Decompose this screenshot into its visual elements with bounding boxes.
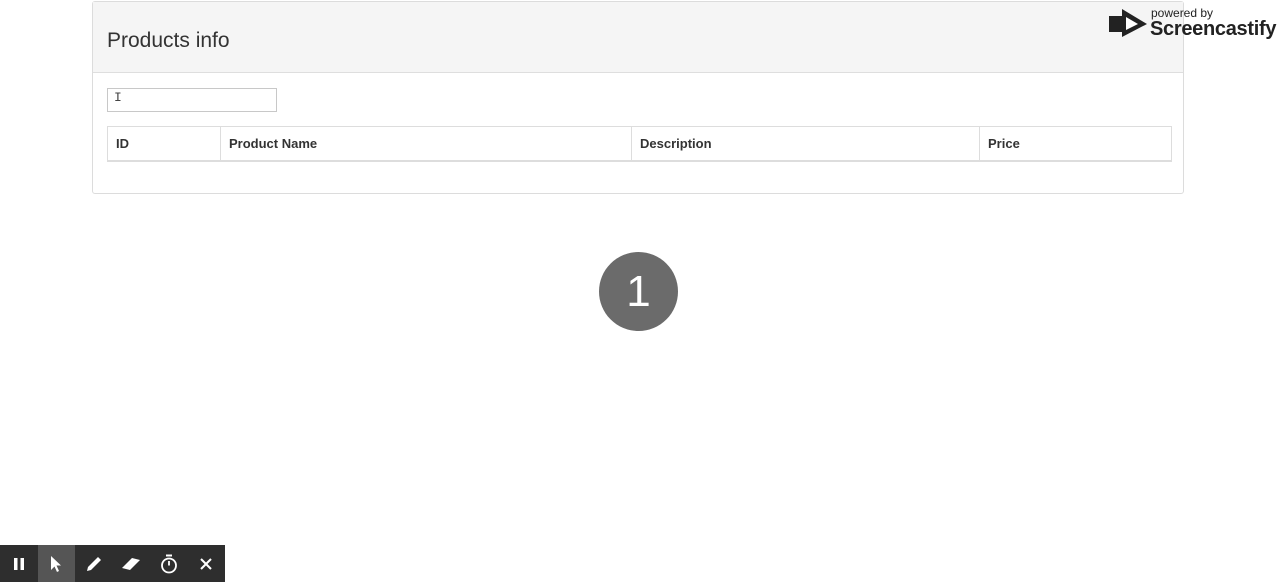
timer-icon: [160, 554, 177, 573]
column-header-price[interactable]: Price: [979, 126, 1172, 162]
pause-icon: [13, 557, 24, 570]
column-header-description[interactable]: Description: [631, 126, 980, 162]
screencastify-watermark: powered by Screencastify: [1108, 6, 1276, 44]
page: Products info I ID Product Name Descript…: [0, 0, 1280, 582]
eraser-button[interactable]: [113, 545, 151, 582]
page-title: Products info: [107, 29, 230, 52]
column-header-id[interactable]: ID: [107, 126, 221, 162]
pen-icon: [86, 556, 101, 571]
recording-toolbar: [0, 545, 225, 582]
eraser-icon: [122, 557, 141, 570]
cursor-icon: [51, 555, 62, 572]
close-button[interactable]: [188, 545, 226, 582]
close-icon: [200, 557, 212, 570]
timer-button[interactable]: [150, 545, 188, 582]
countdown-badge: 1: [599, 252, 678, 331]
pen-button[interactable]: [75, 545, 113, 582]
products-panel: Products info I ID Product Name Descript…: [92, 1, 1184, 194]
panel-heading: Products info: [93, 2, 1183, 73]
products-table: ID Product Name Description Price: [107, 126, 1172, 162]
column-header-product-name[interactable]: Product Name: [220, 126, 632, 162]
watermark-brand-text: Screencastify: [1150, 18, 1277, 40]
search-input[interactable]: [107, 88, 277, 112]
text-cursor-icon: I: [114, 90, 122, 105]
pause-button[interactable]: [0, 545, 38, 582]
table-header-row: ID Product Name Description Price: [107, 126, 1172, 162]
screencastify-logo-icon: [1109, 9, 1147, 37]
cursor-button[interactable]: [37, 545, 75, 582]
